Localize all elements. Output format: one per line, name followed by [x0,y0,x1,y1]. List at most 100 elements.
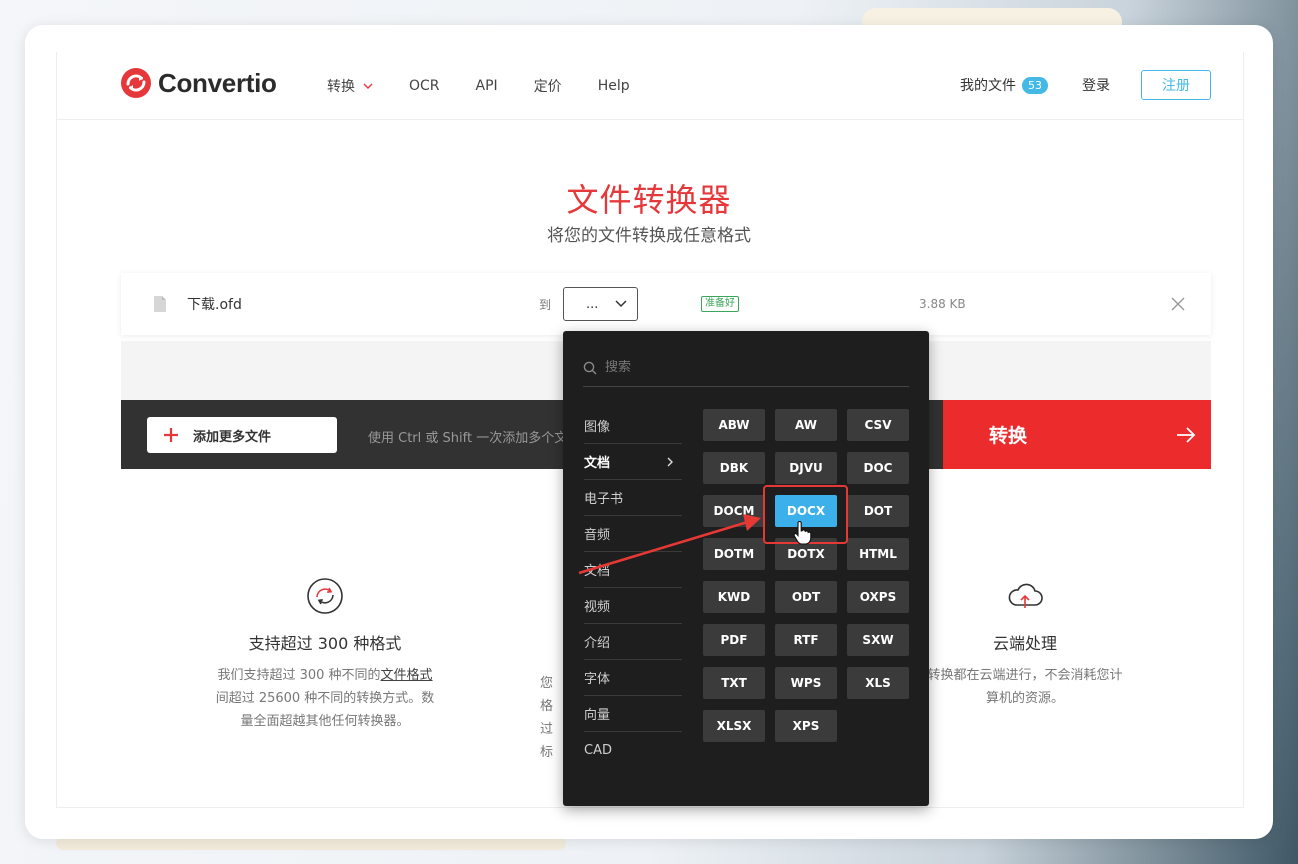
category-item[interactable]: 介绍 [584,624,682,660]
chevron-down-icon [363,83,373,89]
category-label: 字体 [584,672,611,687]
category-item[interactable]: 音频 [584,516,682,552]
add-more-files-label: 添加更多文件 [193,429,272,445]
format-option[interactable]: DOC [847,452,909,484]
feature-partial-desc-line: 您 [540,676,554,691]
feature-cloud: 云端处理 转换都在云端进行，不会消耗您计 算机的资源。 [910,576,1140,710]
category-item[interactable]: CAD [584,732,682,768]
feature-cloud-desc: 转换都在云端进行，不会消耗您计 算机的资源。 [910,664,1140,710]
file-name: 下载.ofd [187,297,242,313]
category-item[interactable]: 向量 [584,696,682,732]
category-item[interactable]: 视频 [584,588,682,624]
format-option[interactable]: DBK [703,452,765,484]
format-option[interactable]: HTML [847,538,909,570]
category-label: 文档 [584,564,611,579]
file-icon [154,296,166,312]
feature-cloud-desc-line: 转换都在云端进行，不会消耗您计 [927,668,1123,683]
target-format-select[interactable]: ... [563,287,638,321]
account-nav: 我的文件 53 登录 注册 [960,70,1211,100]
format-option[interactable]: ODT [775,581,837,613]
format-option[interactable]: DOTX [775,538,837,570]
status-badge: 准备好 [701,296,739,312]
nav-convert-label: 转换 [327,79,355,95]
format-option[interactable]: XPS [775,710,837,742]
target-format-value: ... [586,296,599,312]
category-label: 向量 [584,708,611,723]
feature-cloud-desc-line: 算机的资源。 [985,691,1064,706]
chevron-down-icon [615,300,627,308]
format-option[interactable]: DOT [847,495,909,527]
signup-button[interactable]: 注册 [1141,70,1211,100]
nav-api-label: API [475,78,498,94]
format-option[interactable]: DJVU [775,452,837,484]
my-files-count-badge: 53 [1022,76,1048,94]
chevron-right-icon [667,457,673,467]
category-label: 视频 [584,600,611,615]
feature-partial-desc-line: 过 [540,722,554,737]
my-files-link[interactable]: 我的文件 53 [960,75,1048,95]
add-more-files-button[interactable]: 添加更多文件 [147,417,337,453]
nav-help-label: Help [597,78,630,94]
category-item-active[interactable]: 文档 [584,444,682,480]
format-dropdown: 图像 文档 电子书 音频 文档 视频 介绍 字体 向量 CAD ABW AW C… [563,331,929,806]
format-option[interactable]: CSV [847,409,909,441]
category-label: 图像 [584,420,611,435]
format-option[interactable]: XLS [847,667,909,699]
convert-button[interactable]: 转换 [943,400,1211,469]
feature-formats-title: 支持超过 300 种格式 [248,634,402,653]
format-option[interactable]: RTF [775,624,837,656]
brand-logo[interactable]: Convertio [120,67,277,99]
nav-ocr-label: OCR [409,78,440,94]
format-option[interactable]: DOCM [703,495,765,527]
search-icon [583,361,597,374]
feature-formats-desc-line: 量全面超越其他任何转换器。 [240,714,410,729]
category-item[interactable]: 文档 [584,552,682,588]
format-option[interactable]: TXT [703,667,765,699]
nav-pricing[interactable]: 定价 [534,76,562,96]
format-search-input[interactable] [605,360,885,375]
page-title: 文件转换器 [566,181,732,219]
format-option[interactable]: PDF [703,624,765,656]
format-option[interactable]: ABW [703,409,765,441]
format-option-docx-selected[interactable]: DOCX [775,495,837,527]
feature-formats-desc: 我们支持超过 300 种不同的文件格式 间超过 25600 种不同的转换方式。数… [190,664,460,733]
nav-ocr[interactable]: OCR [409,78,440,94]
main-nav: 转换 OCR API 定价 Help [327,76,666,96]
category-label: CAD [584,742,612,758]
category-item[interactable]: 电子书 [584,480,682,516]
convertio-logo-icon [121,68,151,98]
feature-formats-desc-line: 我们支持超过 300 种不同的 [217,668,381,683]
refresh-icon [307,578,343,614]
format-option[interactable]: SXW [847,624,909,656]
category-item[interactable]: 字体 [584,660,682,696]
multi-select-hint: 使用 Ctrl 或 Shift 一次添加多个文 [368,431,568,446]
feature-partial-desc-line: 标 [540,745,554,760]
nav-help[interactable]: Help [598,78,630,94]
plus-icon [164,428,178,442]
file-formats-link[interactable]: 文件格式 [381,668,433,683]
category-label: 音频 [584,528,611,543]
format-option[interactable]: WPS [775,667,837,699]
file-row: 下载.ofd 到 ... 准备好 3.88 KB [121,273,1211,335]
format-grid: ABW AW CSV DBK DJVU DOC DOCM DOCX DOT DO… [703,409,909,742]
close-icon[interactable] [1171,297,1185,311]
format-option[interactable]: AW [775,409,837,441]
category-label: 文档 [584,456,611,471]
feature-formats: 支持超过 300 种格式 我们支持超过 300 种不同的文件格式 间超过 256… [190,576,460,733]
category-label: 介绍 [584,636,611,651]
category-item[interactable]: 图像 [584,408,682,444]
category-label: 电子书 [584,492,624,507]
my-files-label: 我的文件 [960,78,1016,94]
nav-api[interactable]: API [476,78,498,94]
nav-convert[interactable]: 转换 [327,76,373,96]
format-option[interactable]: KWD [703,581,765,613]
format-option[interactable]: XLSX [703,710,765,742]
feature-formats-desc-line: 间超过 25600 种不同的转换方式。数 [215,691,435,706]
format-option[interactable]: OXPS [847,581,909,613]
login-link[interactable]: 登录 [1082,75,1110,95]
convert-label: 转换 [989,425,1028,447]
feature-cloud-title: 云端处理 [992,634,1057,653]
format-option[interactable]: DOTM [703,538,765,570]
format-category-list: 图像 文档 电子书 音频 文档 视频 介绍 字体 向量 CAD [584,408,682,768]
arrow-right-icon [1177,427,1196,443]
